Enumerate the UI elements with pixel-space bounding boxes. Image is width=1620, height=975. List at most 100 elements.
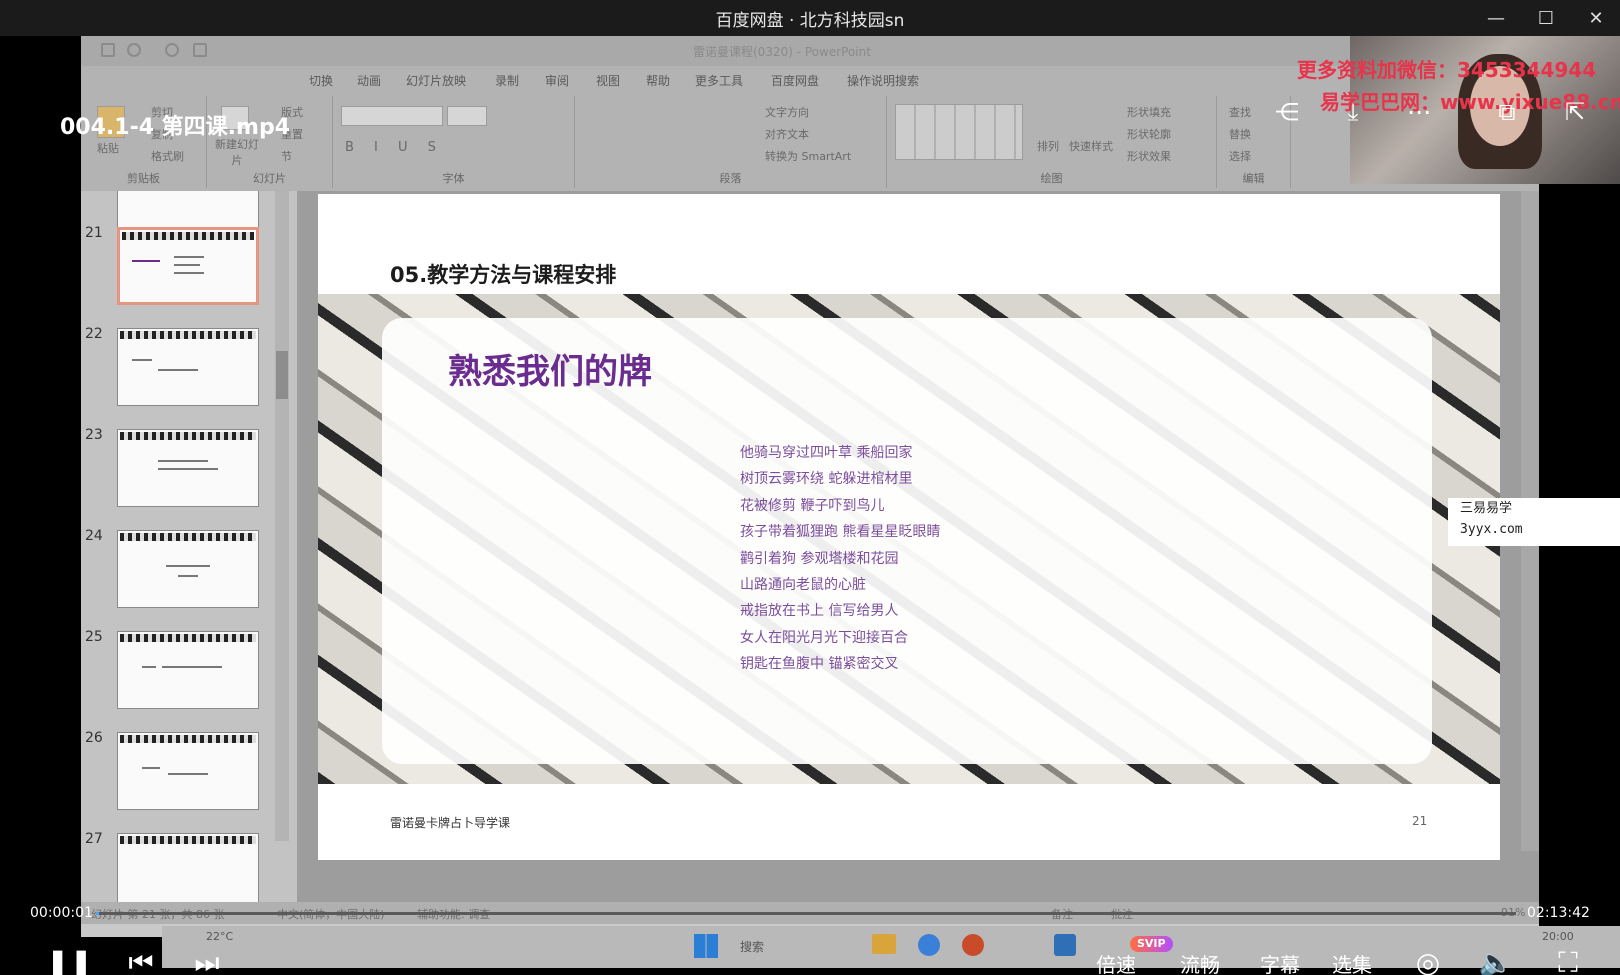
- progress-fill: [96, 912, 99, 915]
- shapes-gallery: [895, 104, 1023, 160]
- watermark-box-line: 3yyx.com: [1460, 522, 1523, 537]
- watermark-box-line: 三易易学: [1460, 501, 1513, 516]
- svip-badge: SVIP: [1130, 936, 1173, 952]
- thumbnail-number: 23: [85, 427, 103, 443]
- format-painter-label: 格式刷: [151, 150, 184, 163]
- mnemonic-line: 花被修剪 鞭子吓到鸟儿: [740, 497, 885, 514]
- share-icon[interactable]: ⋲: [1272, 98, 1302, 128]
- settings-icon[interactable]: ◎: [1410, 946, 1446, 975]
- mnemonic-line: 山路通向老鼠的心脏: [740, 576, 866, 593]
- align-text-label: 对齐文本: [765, 128, 809, 141]
- group-paragraph: 文字方向 对齐文本 转换为 SmartArt 段落: [575, 96, 887, 188]
- window-titlebar: 百度网盘 · 北方科技园sn — ☐ ✕: [0, 0, 1620, 36]
- shape-effects-label: 形状效果: [1127, 150, 1171, 163]
- mnemonic-line: 鹳引着狗 参观塔楼和花园: [740, 550, 899, 567]
- text-direction-label: 文字方向: [765, 106, 809, 119]
- powerpoint-icon: [962, 934, 984, 956]
- window-title: 百度网盘 · 北方科技园sn: [715, 10, 905, 31]
- font-format-icons: B I U S: [345, 140, 444, 155]
- download-icon[interactable]: ⤓: [1338, 98, 1368, 128]
- weather-text: 22°C: [206, 930, 234, 943]
- mnemonic-line: 戒指放在书上 信写给男人: [740, 603, 899, 620]
- font-name-box: [341, 106, 443, 126]
- slide-thumbnail-pane: 21 22 23 24 25 26 27: [81, 191, 297, 906]
- progress-bar[interactable]: [96, 912, 1516, 915]
- slide-thumbnail: [117, 833, 259, 906]
- mnemonic-lines: 他骑马穿过四叶草 乘船回家 树顶云雾环绕 蛇躲进棺材里 花被修剪 鞭子吓到鸟儿 …: [740, 440, 940, 678]
- mnemonic-line: 女人在阳光月光下迎接百合: [740, 629, 908, 646]
- quality-button[interactable]: 流畅: [1180, 949, 1220, 975]
- slide-footer: 雷诺曼卡牌占卜导学课: [390, 816, 511, 830]
- thumbnail-number: 27: [85, 831, 103, 847]
- thumbnail-number: 25: [85, 629, 103, 645]
- maximize-icon[interactable]: ☐: [1524, 0, 1568, 36]
- next-icon[interactable]: ⏭: [192, 946, 222, 975]
- group-label-drawing: 绘图: [1040, 172, 1063, 185]
- mnemonic-line: 钥匙在鱼腹中 锚紧密交叉: [740, 656, 899, 673]
- episodes-button[interactable]: 选集: [1332, 949, 1372, 975]
- group-font: B I U S 字体: [333, 96, 575, 188]
- video-filename: 004.1-4 第四课.mp4: [60, 115, 291, 140]
- volume-icon[interactable]: 🔈: [1478, 946, 1514, 975]
- current-time: 00:00:01: [30, 905, 93, 921]
- video-area[interactable]: 雷诺曼课程(0320) - PowerPoint 切换 动画 幻灯片放映 录制 …: [0, 36, 1620, 975]
- fullscreen-icon[interactable]: ⛶: [1550, 946, 1586, 975]
- previous-icon[interactable]: ⏮: [126, 946, 156, 975]
- taskbar-search: 搜索: [740, 940, 765, 954]
- windows-start-icon: [694, 934, 718, 958]
- thumbnail-scrollbar[interactable]: [275, 191, 289, 841]
- undo-icon: [127, 43, 141, 57]
- tab-slideshow: 幻灯片放映: [406, 74, 467, 88]
- slide-card-title: 熟悉我们的牌: [448, 352, 652, 392]
- windows-taskbar: 22°C 搜索 20:00: [162, 926, 1620, 968]
- slide-canvas: 05.教学方法与课程安排 熟悉我们的牌 他骑马穿过四叶草 乘船回家 树顶云雾环绕…: [318, 194, 1500, 860]
- shape-outline-label: 形状轮廓: [1127, 128, 1171, 141]
- pip-icon[interactable]: ⧉: [1492, 98, 1522, 128]
- thumbnail-number: 26: [85, 730, 103, 746]
- present-icon: [193, 43, 207, 57]
- replace-label: 替换: [1229, 128, 1251, 141]
- mnemonic-line: 孩子带着狐狸跑 熊看星星眨眼睛: [740, 524, 941, 541]
- speed-button[interactable]: 倍速: [1096, 949, 1136, 975]
- slide-thumbnail: [117, 328, 259, 406]
- section-label: 节: [281, 150, 292, 163]
- close-icon[interactable]: ✕: [1574, 0, 1618, 36]
- slide-heading: 05.教学方法与课程安排: [390, 263, 617, 287]
- find-label: 查找: [1229, 106, 1251, 119]
- mnemonic-line: 树顶云雾环绕 蛇躲进棺材里: [740, 471, 913, 488]
- redo-icon: [165, 43, 179, 57]
- smartart-label: 转换为 SmartArt: [765, 150, 852, 163]
- save-icon: [101, 43, 115, 57]
- tab-transitions: 切换: [309, 74, 334, 88]
- slide-thumbnail: [117, 530, 259, 608]
- group-label-editing: 编辑: [1242, 172, 1265, 185]
- paste-label: 粘贴: [97, 142, 119, 155]
- thumbnail-scroll-thumb[interactable]: [276, 351, 288, 399]
- arrange-label: 排列: [1037, 140, 1059, 153]
- group-label-clipboard: 剪贴板: [127, 172, 160, 185]
- expand-icon[interactable]: ⇱: [1560, 98, 1590, 128]
- slide-thumbnail: [117, 732, 259, 810]
- tab-record: 录制: [495, 74, 520, 88]
- slide-thumbnail: [117, 631, 259, 709]
- quick-styles-label: 快速样式: [1069, 140, 1113, 153]
- total-time: 02:13:42: [1527, 905, 1590, 921]
- taskbar-clock: 20:00: [1542, 930, 1574, 943]
- pp-window-title: 雷诺曼课程(0320) - PowerPoint: [693, 45, 871, 59]
- group-label-font: 字体: [442, 172, 465, 185]
- browser-icon: [918, 934, 940, 956]
- watermark-box: 三易易学 3yyx.com: [1448, 498, 1620, 546]
- watermark-wechat: 更多资料加微信：3453344944: [1297, 58, 1597, 82]
- thumbnail-number: 21: [85, 225, 103, 241]
- more-icon[interactable]: ⋯: [1404, 98, 1434, 128]
- minimize-icon[interactable]: —: [1474, 0, 1518, 36]
- subtitle-button[interactable]: 字幕: [1260, 949, 1300, 975]
- select-label: 选择: [1229, 150, 1251, 163]
- thumbnail-number: 22: [85, 326, 103, 342]
- tab-view: 视图: [596, 74, 621, 88]
- group-drawing: 排列 快速样式 形状填充 形状轮廓 形状效果 绘图: [887, 96, 1217, 188]
- shape-fill-label: 形状填充: [1127, 106, 1171, 119]
- tab-help: 帮助: [646, 74, 671, 88]
- pause-icon[interactable]: ❚❚: [46, 946, 93, 975]
- font-size-box: [447, 106, 487, 126]
